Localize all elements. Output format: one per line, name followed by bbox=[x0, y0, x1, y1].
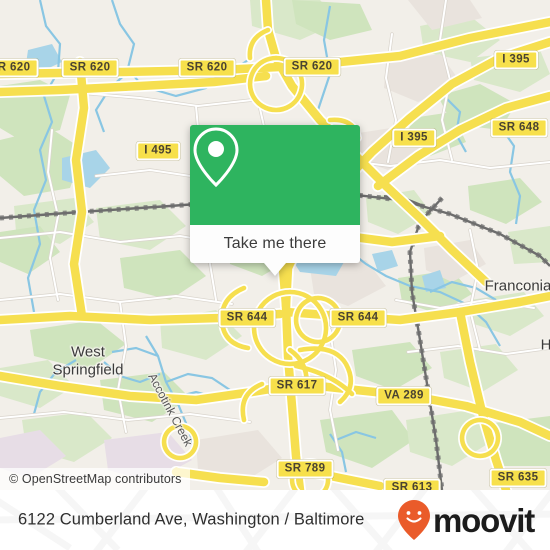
road-shield: I 495 bbox=[136, 141, 180, 161]
map-canvas[interactable]: .grn { fill:#cfe4bd; } .grn2 { fill:#d9e… bbox=[0, 0, 550, 490]
road-shield: I 395 bbox=[392, 128, 436, 148]
destination-popup[interactable]: Take me there bbox=[190, 125, 360, 276]
road-shield: I 395 bbox=[494, 50, 538, 70]
footer-bar: 6122 Cumberland Ave, Washington / Baltim… bbox=[0, 490, 550, 550]
popup-pointer bbox=[264, 263, 286, 276]
road-shield: SR 635 bbox=[489, 468, 547, 488]
road-shield: SR 617 bbox=[268, 376, 326, 396]
map-pin-icon bbox=[193, 127, 239, 188]
road-shield: SR 620 bbox=[0, 58, 39, 78]
popup-header bbox=[190, 125, 360, 225]
map-screenshot: .grn { fill:#cfe4bd; } .grn2 { fill:#d9e… bbox=[0, 0, 550, 550]
road-shield: SR 648 bbox=[490, 118, 548, 138]
road-shield: SR 620 bbox=[61, 58, 119, 78]
place-label: West bbox=[71, 343, 105, 361]
road-shield: SR 789 bbox=[276, 459, 334, 479]
take-me-there-label: Take me there bbox=[223, 235, 327, 252]
road-shield: VA 289 bbox=[376, 386, 432, 406]
road-shield: SR 620 bbox=[283, 57, 341, 77]
road-shield: SR 620 bbox=[178, 58, 236, 78]
map-attribution[interactable]: © OpenStreetMap contributors bbox=[0, 468, 190, 490]
address-label: 6122 Cumberland Ave, Washington / Baltim… bbox=[18, 510, 365, 529]
road-shield: SR 644 bbox=[218, 308, 276, 328]
road-shield: SR 613 bbox=[383, 478, 441, 490]
popup-action-bar[interactable]: Take me there bbox=[190, 225, 360, 263]
road-shield: SR 644 bbox=[329, 308, 387, 328]
place-label: H bbox=[540, 336, 550, 354]
place-label: Springfield bbox=[52, 361, 124, 379]
place-label: Franconia bbox=[484, 277, 550, 295]
moovit-logo[interactable]: moovit bbox=[397, 499, 535, 541]
moovit-wordmark: moovit bbox=[433, 501, 535, 539]
moovit-pin-smile-icon bbox=[398, 500, 431, 540]
